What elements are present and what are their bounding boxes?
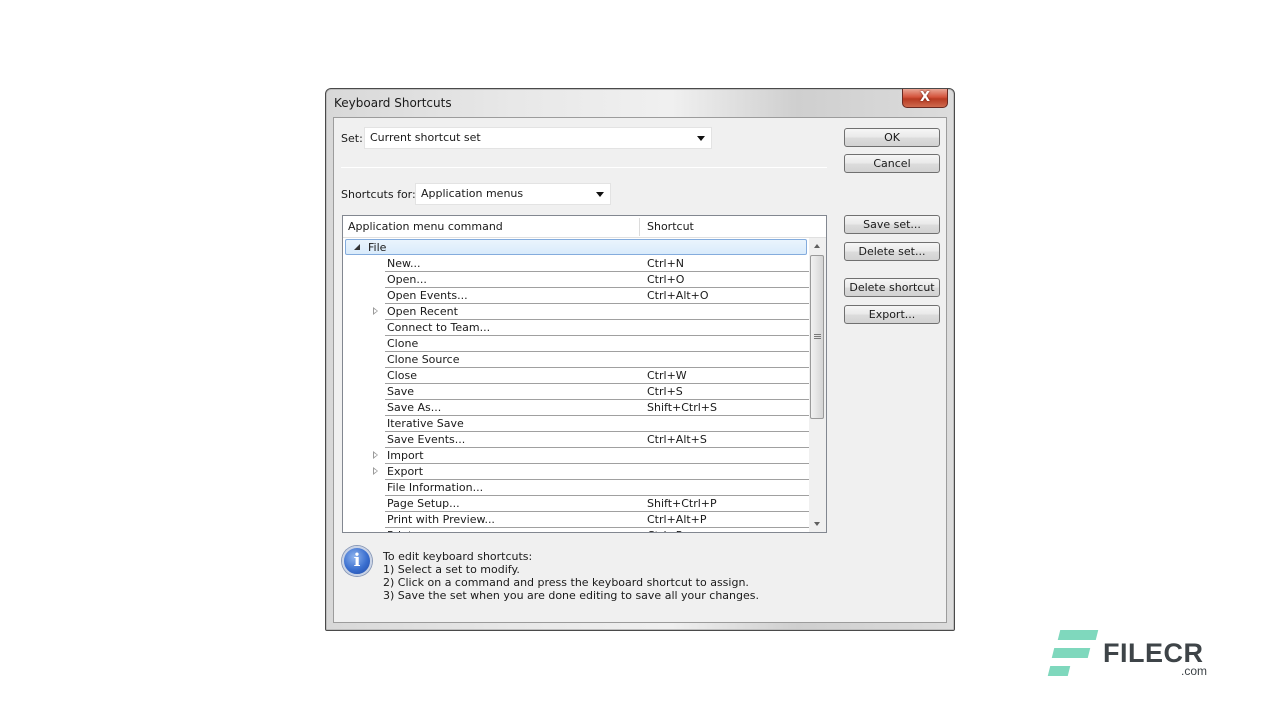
tree-group-file[interactable]: File: [345, 239, 807, 255]
tree-row[interactable]: Connect to Team...: [385, 320, 809, 336]
scroll-down-arrow-icon[interactable]: [809, 515, 826, 532]
close-icon: X: [919, 90, 931, 105]
logo-bar: [1047, 666, 1071, 676]
instructions: To edit keyboard shortcuts: 1) Select a …: [383, 550, 759, 602]
expand-triangle-icon[interactable]: [373, 307, 378, 315]
command-name: Import: [387, 449, 424, 462]
shortcut-value: Ctrl+O: [647, 273, 685, 286]
command-name: New...: [387, 257, 421, 270]
command-name: Close: [387, 369, 417, 382]
instruction-line: 2) Click on a command and press the keyb…: [383, 576, 749, 589]
command-name: Clone: [387, 337, 419, 350]
tree-row[interactable]: Print... Ctrl+P: [385, 528, 809, 532]
set-dropdown[interactable]: Current shortcut set: [364, 127, 712, 149]
tree-header: Application menu command Shortcut: [343, 216, 826, 238]
column-header-shortcut[interactable]: Shortcut: [647, 220, 694, 233]
delete-set-button[interactable]: Delete set...: [844, 242, 940, 261]
export-button[interactable]: Export...: [844, 305, 940, 324]
tree-row[interactable]: File Information...: [385, 480, 809, 496]
delete-shortcut-button[interactable]: Delete shortcut: [844, 278, 940, 297]
save-set-button[interactable]: Save set...: [844, 215, 940, 234]
column-divider[interactable]: [639, 218, 640, 236]
tree-row[interactable]: Save Ctrl+S: [385, 384, 809, 400]
chevron-down-icon: [596, 192, 604, 197]
shortcut-value: Ctrl+Alt+P: [647, 513, 707, 526]
command-name: Open Events...: [387, 289, 468, 302]
expand-triangle-icon[interactable]: [373, 451, 378, 459]
command-name: Export: [387, 465, 424, 478]
command-name: Open Recent: [387, 305, 458, 318]
scrollbar-thumb[interactable]: [810, 255, 824, 419]
instruction-line: To edit keyboard shortcuts:: [383, 550, 533, 563]
cancel-button[interactable]: Cancel: [844, 154, 940, 173]
grip-line: [814, 334, 821, 335]
shortcuts-for-value: Application menus: [421, 187, 524, 200]
command-name: Save As...: [387, 401, 442, 414]
set-label: Set:: [341, 132, 363, 145]
shortcut-value: Shift+Ctrl+S: [647, 401, 717, 414]
tree-row[interactable]: Open Recent: [373, 304, 809, 320]
separator: [341, 167, 827, 168]
command-name: Print with Preview...: [387, 513, 495, 526]
command-name: Connect to Team...: [387, 321, 491, 334]
tree-row[interactable]: New... Ctrl+N: [385, 256, 809, 272]
dialog-title: Keyboard Shortcuts: [334, 96, 452, 110]
command-name: Iterative Save: [387, 417, 464, 430]
tree-row[interactable]: Open... Ctrl+O: [385, 272, 809, 288]
shortcut-value: Shift+Ctrl+P: [647, 497, 717, 510]
logo-bar: [1051, 648, 1091, 658]
tree-row[interactable]: Page Setup... Shift+Ctrl+P: [385, 496, 809, 512]
tree-row[interactable]: Open Events... Ctrl+Alt+O: [385, 288, 809, 304]
tree-row[interactable]: Save Events... Ctrl+Alt+S: [385, 432, 809, 448]
collapse-triangle-icon[interactable]: [354, 244, 360, 250]
shortcut-value: Ctrl+W: [647, 369, 687, 382]
shortcut-value: Ctrl+Alt+S: [647, 433, 707, 446]
instruction-line: 1) Select a set to modify.: [383, 563, 520, 576]
command-name: Page Setup...: [387, 497, 460, 510]
instruction-line: 3) Save the set when you are done editin…: [383, 589, 759, 602]
expand-triangle-icon[interactable]: [373, 467, 378, 475]
keyboard-shortcuts-dialog: Keyboard Shortcuts X Set: Current shortc…: [325, 88, 955, 631]
tree-row[interactable]: Save As... Shift+Ctrl+S: [385, 400, 809, 416]
title-bar[interactable]: Keyboard Shortcuts X: [326, 89, 954, 117]
shortcut-value: Ctrl+N: [647, 257, 685, 270]
tree-row[interactable]: Export: [373, 464, 809, 480]
dialog-body: Set: Current shortcut set Shortcuts for:…: [333, 117, 947, 623]
command-name: Print...: [387, 529, 423, 532]
tree-row[interactable]: Close Ctrl+W: [385, 368, 809, 384]
shortcuts-tree: Application menu command Shortcut File N…: [342, 215, 827, 533]
tree-row[interactable]: Import: [373, 448, 809, 464]
close-button[interactable]: X: [902, 89, 948, 108]
command-name: Save Events...: [387, 433, 466, 446]
chevron-down-icon: [697, 136, 705, 141]
tree-rows: File New... Ctrl+N Open... Ctrl+O Open Event…: [343, 238, 809, 532]
command-name: Clone Source: [387, 353, 460, 366]
grip-line: [814, 338, 821, 339]
tree-row[interactable]: Clone Source: [385, 352, 809, 368]
set-dropdown-value: Current shortcut set: [370, 131, 481, 144]
watermark-suffix: .com: [1181, 664, 1208, 678]
shortcut-value: Ctrl+S: [647, 385, 683, 398]
grip-line: [814, 336, 821, 337]
command-name: Save: [387, 385, 415, 398]
tree-row[interactable]: Clone: [385, 336, 809, 352]
logo-bar: [1057, 630, 1099, 640]
tree-row[interactable]: Print with Preview... Ctrl+Alt+P: [385, 512, 809, 528]
shortcut-value: Ctrl+Alt+O: [647, 289, 709, 302]
command-name: Open...: [387, 273, 427, 286]
vertical-scrollbar[interactable]: [809, 238, 826, 532]
column-header-command[interactable]: Application menu command: [348, 220, 503, 233]
shortcuts-for-label: Shortcuts for:: [341, 188, 416, 201]
ok-button[interactable]: OK: [844, 128, 940, 147]
group-name: File: [368, 241, 387, 254]
command-name: File Information...: [387, 481, 484, 494]
scroll-up-arrow-icon[interactable]: [809, 238, 826, 255]
tree-row[interactable]: Iterative Save: [385, 416, 809, 432]
filecr-watermark: FILECR .com: [1045, 628, 1215, 684]
info-icon: i: [342, 546, 372, 576]
shortcut-value: Ctrl+P: [647, 529, 682, 532]
shortcuts-for-dropdown[interactable]: Application menus: [415, 183, 611, 205]
